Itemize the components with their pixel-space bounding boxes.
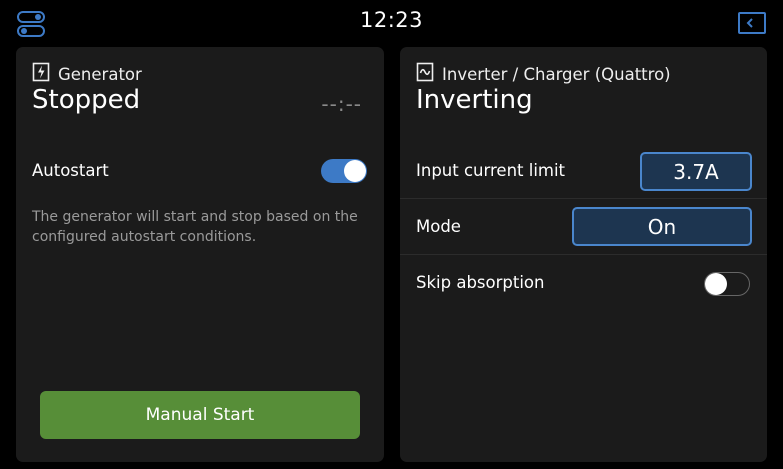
waveform-icon <box>416 62 442 86</box>
inverter-title: Inverter / Charger (Quattro) <box>442 64 671 84</box>
skip-absorption-toggle[interactable] <box>704 272 750 296</box>
generator-card: Generator Stopped --:-- Autostart The ge… <box>16 47 384 462</box>
autostart-description: The generator will start and stop based … <box>32 209 358 245</box>
toggle-knob <box>344 160 366 182</box>
manual-start-button[interactable]: Manual Start <box>40 391 360 439</box>
generator-state: Stopped <box>32 85 141 115</box>
generator-runtime: --:-- <box>321 92 362 116</box>
generator-title: Generator <box>58 64 142 84</box>
lightning-icon <box>32 62 58 86</box>
mode-button[interactable]: On <box>572 207 752 246</box>
sidebar-icon[interactable] <box>738 12 766 34</box>
generator-header: Generator <box>32 62 142 86</box>
input-current-limit-button[interactable]: 3.7A <box>640 152 752 191</box>
mode-label: Mode <box>416 217 461 236</box>
clock: 12:23 <box>359 8 424 32</box>
inverter-header: Inverter / Charger (Quattro) <box>416 62 671 86</box>
inverter-state: Inverting <box>416 85 533 115</box>
input-current-limit-label: Input current limit <box>416 161 566 180</box>
autostart-label: Autostart <box>32 161 109 180</box>
row-divider <box>400 254 767 255</box>
status-bar: 12:23 <box>0 0 783 46</box>
skip-absorption-label: Skip absorption <box>416 273 545 292</box>
inverter-card: Inverter / Charger (Quattro) Inverting I… <box>400 47 767 462</box>
row-divider <box>400 198 767 199</box>
autostart-toggle[interactable] <box>321 159 367 183</box>
toggle-knob <box>705 273 727 295</box>
